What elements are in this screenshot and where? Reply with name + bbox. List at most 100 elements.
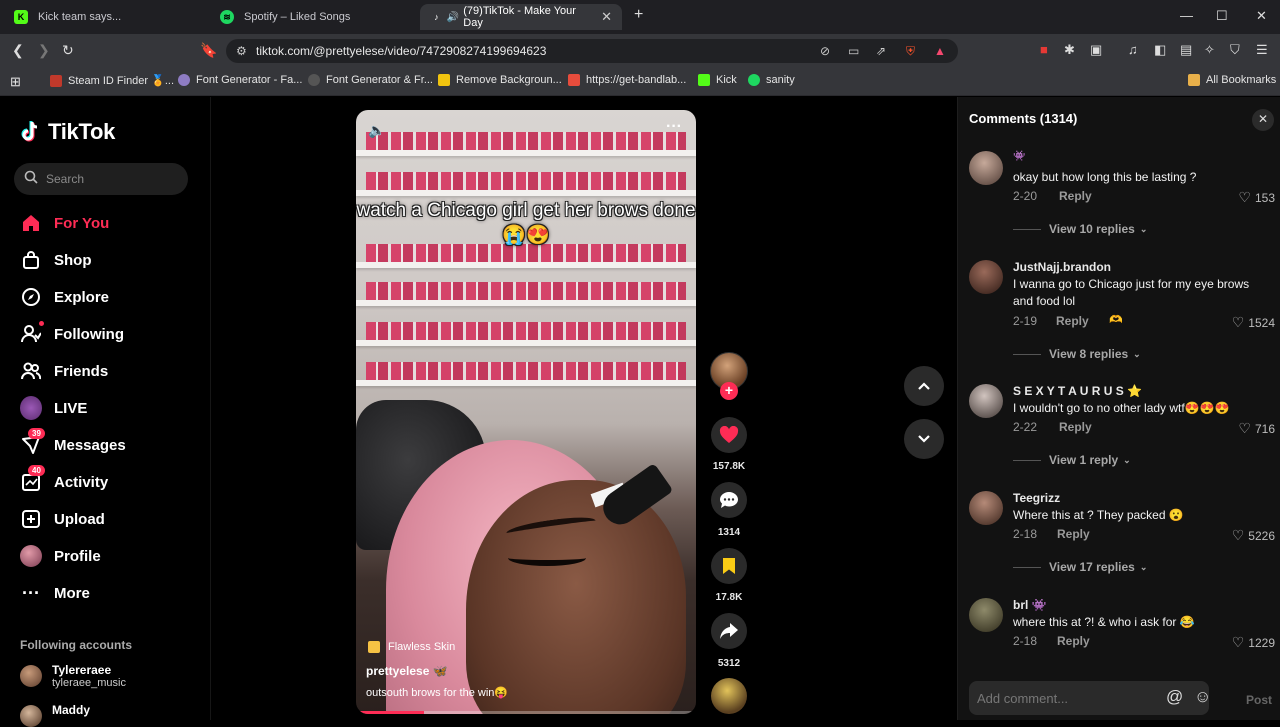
vpn-icon[interactable]: ⛉ — [1230, 42, 1240, 58]
bookmark-item[interactable]: Font Generator & Fr... — [308, 74, 433, 86]
bookmark-item[interactable]: Steam ID Finder 🏅... — [50, 74, 174, 87]
emoji-icon[interactable]: ☺ — [1194, 687, 1211, 707]
apps-grid-icon[interactable]: ⊞ — [10, 74, 21, 90]
url-field[interactable]: ⚙ tiktok.com/@prettyelese/video/74729082… — [226, 39, 958, 63]
comment-text: I wouldn't go to no other lady wtf😍😍😍 — [1013, 401, 1230, 415]
bookmark-item[interactable]: Font Generator - Fa... — [178, 74, 302, 86]
bookmark-item[interactable]: Remove Backgroun... — [438, 74, 562, 86]
comment-username[interactable]: brl 👾 — [1013, 598, 1047, 612]
sidebar-item-explore[interactable]: Explore — [20, 284, 200, 310]
extension-red-icon[interactable]: ■ — [1040, 42, 1048, 57]
share-button[interactable] — [711, 613, 747, 649]
avatar[interactable] — [969, 384, 1003, 418]
following-account[interactable]: Maddy — [20, 703, 90, 727]
video-progress-bar[interactable] — [356, 711, 696, 714]
avatar[interactable] — [969, 151, 1003, 185]
window-close-button[interactable]: ✕ — [1256, 8, 1267, 24]
back-icon[interactable]: ❮ — [12, 42, 24, 59]
site-info-icon[interactable]: ⚙ — [236, 44, 247, 58]
chevron-down-icon: ⌄ — [1133, 348, 1141, 359]
sidebar-item-upload[interactable]: Upload — [20, 506, 200, 532]
avatar[interactable] — [969, 598, 1003, 632]
all-bookmarks[interactable]: All Bookmarks — [1188, 74, 1276, 86]
cast-icon[interactable]: ⊘ — [820, 44, 830, 58]
forward-icon[interactable]: ❯ — [38, 42, 50, 59]
video-tag[interactable]: Flawless Skin — [368, 641, 455, 653]
wallet-icon[interactable]: ▤ — [1180, 42, 1192, 58]
view-replies-button[interactable]: View 17 replies ⌄ — [1013, 560, 1147, 574]
bookmark-icon[interactable]: 🔖 — [200, 42, 217, 59]
sidebar-item-activity[interactable]: 40 Activity — [20, 465, 200, 495]
sidebar-toggle-icon[interactable]: ◧ — [1154, 42, 1166, 58]
video-author[interactable]: prettyelese 🦋 — [366, 664, 448, 678]
next-video-button[interactable] — [904, 419, 944, 459]
sidebar-item-messages[interactable]: 39 Messages — [20, 428, 200, 458]
comment-like-button[interactable]: ♡ 5226 — [1232, 527, 1275, 544]
brave-shield-icon[interactable]: ⛨ — [906, 44, 915, 59]
comment-username[interactable]: 👾 — [1013, 151, 1025, 162]
post-button[interactable]: Post — [1246, 693, 1272, 707]
sidebar-item-shop[interactable]: Shop — [20, 247, 200, 273]
follow-button[interactable]: + — [720, 382, 738, 400]
bookmark-item[interactable]: sanity — [748, 74, 795, 86]
video-player[interactable]: 🔈 ··· watch a Chicago girl get her brows… — [356, 110, 696, 714]
tiktok-logo[interactable]: TikTok — [20, 119, 115, 145]
reload-icon[interactable]: ↻ — [62, 42, 74, 59]
comment-like-button[interactable]: ♡ 153 — [1238, 189, 1275, 206]
music-icon[interactable]: ♫ — [1128, 42, 1138, 57]
browser-tab-bar: K Kick team says... ≋ Spotify – Liked So… — [0, 0, 1280, 34]
sidebar-item-for-you[interactable]: For You — [20, 210, 200, 236]
comment-username[interactable]: S E X Y T A U R U S ⭐ — [1013, 384, 1142, 398]
add-comment-input[interactable] — [977, 689, 1157, 707]
comment-button[interactable] — [711, 482, 747, 518]
share-icon[interactable]: ⇗ — [876, 44, 886, 58]
sidebar-item-more[interactable]: ··· More — [20, 580, 200, 606]
reply-button[interactable]: Reply — [1057, 634, 1090, 648]
close-icon[interactable]: ✕ — [601, 9, 612, 25]
mention-icon[interactable]: @ — [1166, 687, 1183, 707]
comment-like-button[interactable]: ♡ 1229 — [1232, 634, 1275, 651]
previous-video-button[interactable] — [904, 366, 944, 406]
tab-kick[interactable]: K Kick team says... — [14, 4, 121, 30]
reply-button[interactable]: Reply — [1059, 189, 1092, 203]
sidebar-item-live[interactable]: LIVE — [20, 395, 200, 421]
search-box[interactable] — [14, 163, 188, 195]
view-replies-button[interactable]: View 1 reply ⌄ — [1013, 453, 1131, 467]
sidebar-item-friends[interactable]: Friends — [20, 358, 200, 384]
bookmark-item[interactable]: Kick — [698, 74, 737, 86]
tab-tiktok[interactable]: ♪ 🔊 (79)TikTok - Make Your Day ✕ — [420, 4, 622, 30]
save-button[interactable] — [711, 548, 747, 584]
search-input[interactable] — [46, 169, 176, 189]
maximize-button[interactable]: ☐ — [1216, 8, 1228, 24]
bookmark-item[interactable]: https://get-bandlab... — [568, 74, 686, 86]
tab-spotify[interactable]: ≋ Spotify – Liked Songs — [220, 4, 350, 30]
comment-username[interactable]: JustNajj.brandon — [1013, 260, 1111, 274]
comment-username[interactable]: Teegrizz — [1013, 491, 1060, 505]
view-replies-button[interactable]: View 8 replies ⌄ — [1013, 347, 1141, 361]
reply-button[interactable]: Reply — [1059, 420, 1092, 434]
avatar[interactable] — [969, 491, 1003, 525]
menu-icon[interactable]: ☰ — [1256, 42, 1268, 58]
bookmark-label: Steam ID Finder 🏅... — [68, 75, 175, 87]
extensions-icon[interactable]: ✱ — [1064, 42, 1075, 58]
sidebar-item-profile[interactable]: Profile — [20, 543, 200, 569]
reply-button[interactable]: Reply — [1057, 527, 1090, 541]
more-options-icon[interactable]: ··· — [666, 118, 682, 136]
comment-like-button[interactable]: ♡ 716 — [1238, 420, 1275, 437]
volume-icon[interactable]: 🔈 — [368, 122, 385, 139]
close-icon[interactable]: ✕ — [1252, 109, 1274, 131]
comment-like-button[interactable]: ♡ 1524 — [1232, 314, 1275, 331]
following-account[interactable]: Tylereraee tyleraee_music — [20, 663, 126, 689]
sidebar-item-following[interactable]: Following — [20, 321, 200, 347]
like-button[interactable] — [711, 417, 747, 453]
rewards-icon[interactable]: ▲ — [934, 44, 946, 58]
reply-button[interactable]: Reply — [1056, 314, 1089, 328]
music-disc-avatar[interactable] — [711, 678, 747, 714]
new-tab-button[interactable]: + — [634, 6, 643, 24]
screen-icon[interactable]: ▭ — [848, 44, 859, 58]
view-replies-button[interactable]: View 10 replies ⌄ — [1013, 222, 1147, 236]
avatar[interactable] — [969, 260, 1003, 294]
leo-icon[interactable]: ✧ — [1204, 42, 1215, 58]
clipboard-icon[interactable]: ▣ — [1090, 42, 1102, 58]
minimize-button[interactable]: — — [1180, 8, 1193, 23]
